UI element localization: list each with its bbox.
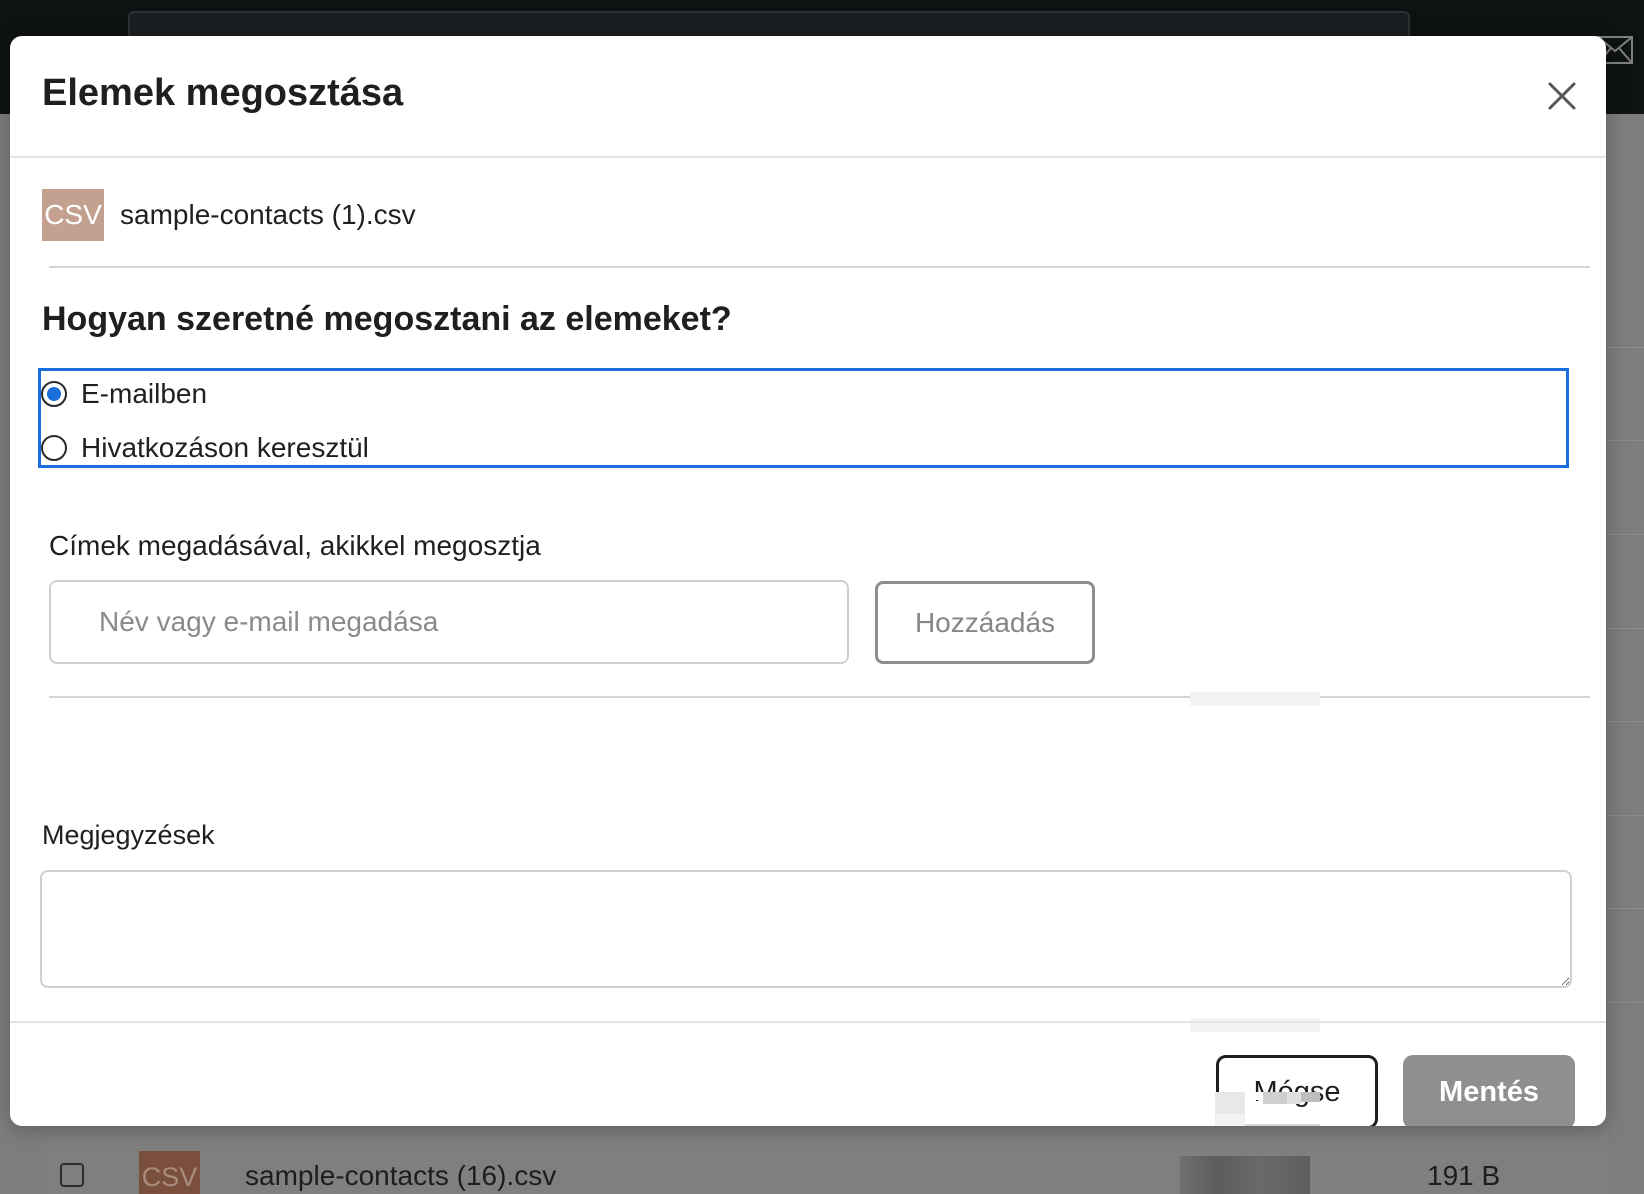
background-file-size: 191 B [1427, 1160, 1501, 1191]
notes-label: Megjegyzések [42, 820, 215, 850]
background-row-checkbox [60, 1163, 84, 1187]
notes-textarea[interactable] [40, 870, 1572, 988]
close-icon[interactable] [1542, 76, 1582, 116]
background-redacted-cell [1180, 1156, 1310, 1194]
section-divider [49, 266, 1590, 268]
dialog-header: Elemek megosztása [10, 36, 1606, 158]
background-csv-badge: CSV [139, 1151, 200, 1194]
recipient-input[interactable] [49, 580, 849, 664]
share-method-radio-group: E-mailben Hivatkozáson keresztül [38, 368, 1569, 468]
footer-divider [10, 1021, 1606, 1023]
background-file-name: sample-contacts (16).csv [245, 1160, 557, 1191]
share-dialog: Elemek megosztása CSV sample-contacts (1… [10, 36, 1606, 1126]
add-recipient-button[interactable]: Hozzáadás [875, 581, 1095, 664]
share-option-link-label: Hivatkozáson keresztül [81, 432, 369, 463]
radio-button-unchecked[interactable] [41, 435, 67, 461]
shared-file-item: CSV sample-contacts (1).csv [42, 189, 416, 241]
csv-file-icon: CSV [42, 189, 104, 241]
pixelated-overlay [1215, 1092, 1320, 1126]
share-method-question: Hogyan szeretné megosztani az elemeket? [42, 300, 732, 338]
share-option-email-label: E-mailben [81, 378, 208, 409]
share-option-link[interactable]: Hivatkozáson keresztül [41, 429, 369, 467]
background-list-edge [1608, 0, 1644, 1194]
faint-overlay-strip [1190, 692, 1320, 706]
shared-file-name: sample-contacts (1).csv [120, 199, 416, 230]
share-option-email[interactable]: E-mailben [41, 375, 207, 413]
section-divider [49, 696, 1590, 698]
recipients-label: Címek megadásával, akikkel megosztja [49, 530, 541, 561]
radio-button-checked[interactable] [41, 381, 67, 407]
dialog-title: Elemek megosztása [42, 72, 404, 114]
save-button[interactable]: Mentés [1403, 1055, 1575, 1126]
